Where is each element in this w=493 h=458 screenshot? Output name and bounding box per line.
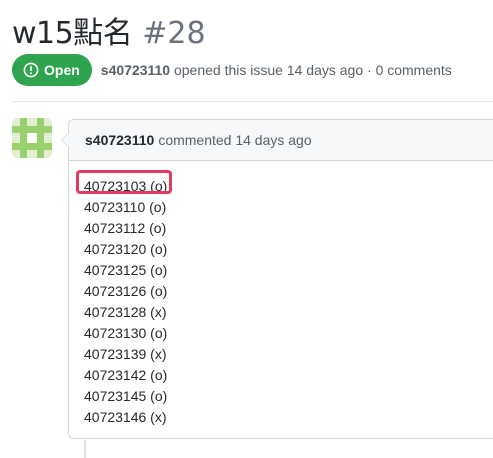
issue-opened-icon: [23, 62, 39, 78]
comment-arrow-fill: [62, 132, 70, 148]
issue-page: w15點名 #28 Open s40723110 opened this iss…: [0, 0, 493, 458]
list-item: 40723110 (o): [84, 199, 167, 215]
issue-author-link[interactable]: s40723110: [101, 62, 170, 78]
issue-header: w15點名 #28: [12, 8, 206, 52]
comment-header: s40723110 commented 14 days ago: [69, 120, 493, 161]
list-item: 40723112 (o): [84, 220, 167, 236]
state-label: Open: [44, 62, 80, 78]
list-item: 40723142 (o): [84, 367, 168, 383]
list-item: 40723126 (o): [84, 283, 168, 299]
timeline-line: [84, 440, 86, 458]
list-item: 40723128 (x): [84, 304, 167, 320]
issue-meta: Open s40723110 opened this issue 14 days…: [12, 54, 452, 86]
issue-meta-text: s40723110 opened this issue 14 days ago …: [101, 62, 452, 78]
header-divider: [12, 101, 493, 102]
comment-meta[interactable]: commented 14 days ago: [158, 132, 311, 148]
list-item: 40723130 (o): [84, 325, 168, 341]
issue-number: #28: [142, 16, 206, 51]
list-item: 40723120 (o): [84, 241, 168, 257]
comment-body: 40723103 (o) 40723110 (o) 40723112 (o) 4…: [69, 161, 493, 428]
list-item: 40723145 (o): [84, 388, 168, 404]
list-item: 40723125 (o): [84, 262, 168, 278]
comment-author-link[interactable]: s40723110: [85, 132, 154, 148]
issue-title: w15點名: [12, 16, 133, 51]
identicon-avatar: [12, 118, 52, 158]
issue-meta-rest: opened this issue 14 days ago · 0 commen…: [173, 62, 452, 78]
state-badge: Open: [12, 54, 92, 86]
list-item: 40723146 (x): [84, 409, 167, 425]
list-item: 40723139 (x): [84, 346, 167, 362]
avatar[interactable]: [12, 118, 52, 158]
list-item: 40723103 (o): [84, 178, 168, 194]
comment-box: s40723110 commented 14 days ago 40723103…: [61, 119, 493, 439]
